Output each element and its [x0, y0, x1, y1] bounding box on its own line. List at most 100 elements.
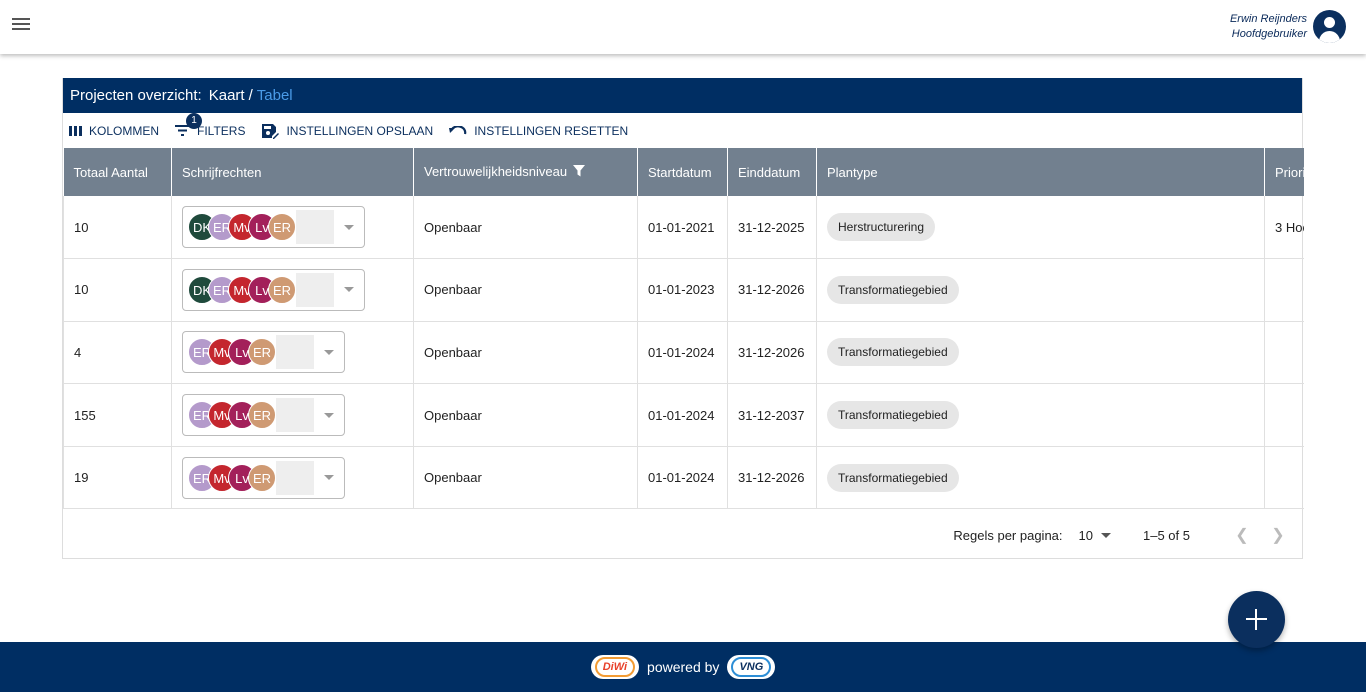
table-toolbar: KOLOMMEN 1 FILTERS INSTELLINGEN OPSLAAN …: [63, 112, 1302, 148]
cell-start-date: 01-01-2021: [637, 196, 728, 260]
breadcrumb: Projecten overzicht: Kaart / Tabel: [63, 78, 1302, 113]
table-row[interactable]: 19 ER Mv Lv ER Openbaar 01-01-2024 31-12-2026 Tr…: [63, 446, 1304, 510]
columns-icon: [69, 125, 82, 136]
cell-confidentiality: Openbaar: [413, 321, 638, 385]
powered-by-text: powered by: [647, 659, 720, 675]
pagination: Regels per pagina: 10 1–5 of 5 ❮ ❯: [63, 512, 1304, 558]
breadcrumb-separator: /: [248, 87, 253, 104]
table-header-row: Totaal Aantal Schrijfrechten Vertrouweli…: [63, 148, 1304, 196]
projects-panel: Projecten overzicht: Kaart / Tabel KOLOM…: [62, 78, 1304, 559]
cell-total: 10: [63, 258, 172, 322]
cell-plan-type: Transformatiegebied: [816, 446, 1265, 510]
add-project-button[interactable]: [1228, 591, 1285, 648]
cell-priority: [1264, 321, 1304, 385]
column-header-end-date[interactable]: Einddatum: [727, 148, 817, 196]
column-header-total[interactable]: Totaal Aantal: [63, 148, 172, 196]
cell-end-date: 31-12-2037: [727, 383, 817, 447]
select-input-area: [276, 335, 314, 370]
hamburger-menu-icon[interactable]: [12, 18, 32, 34]
cell-total: 4: [63, 321, 172, 385]
undo-icon: [449, 125, 467, 136]
cell-end-date: 31-12-2026: [727, 258, 817, 322]
plan-type-chip: Herstructurering: [827, 213, 936, 242]
column-header-plan-type[interactable]: Plantype: [816, 148, 1265, 196]
chevron-down-icon[interactable]: [324, 349, 334, 355]
cell-priority: 3 Hoog: [1264, 196, 1304, 260]
rows-per-page-label: Regels per pagina:: [953, 527, 1063, 543]
cell-write-rights: ER Mv Lv ER: [171, 383, 414, 447]
select-input-area: [276, 398, 314, 433]
filters-button[interactable]: 1 FILTERS: [175, 112, 245, 138]
cell-total: 10: [63, 196, 172, 260]
chevron-down-icon[interactable]: [344, 287, 354, 293]
table-row[interactable]: 4 ER Mv Lv ER Openbaar 01-01-2024 31-12-2026 Tra…: [63, 321, 1304, 385]
next-page-icon[interactable]: ❯: [1266, 525, 1290, 545]
save-settings-label: INSTELLINGEN OPSLAAN: [286, 123, 434, 138]
page-range: 1–5 of 5: [1143, 527, 1190, 543]
plan-type-chip: Transformatiegebied: [827, 275, 959, 304]
chevron-down-icon[interactable]: [324, 412, 334, 418]
cell-confidentiality: Openbaar: [413, 446, 638, 510]
select-input-area: [276, 460, 314, 495]
write-rights-select[interactable]: ER Mv Lv ER: [182, 456, 345, 499]
column-header-confidentiality[interactable]: Vertrouwelijkheidsniveau: [413, 148, 638, 196]
cell-end-date: 31-12-2025: [727, 196, 817, 260]
rows-per-page-value: 10: [1078, 527, 1093, 543]
write-rights-select[interactable]: DK ER Mv Lv ER: [182, 268, 365, 311]
filter-icon[interactable]: [573, 165, 586, 180]
write-rights-select[interactable]: DK ER Mv Lv ER: [182, 206, 365, 249]
filters-count-badge: 1: [186, 112, 203, 129]
cell-confidentiality: Openbaar: [413, 196, 638, 260]
cell-plan-type: Transformatiegebied: [816, 258, 1265, 322]
cell-confidentiality: Openbaar: [413, 383, 638, 447]
cell-write-rights: DK ER Mv Lv ER: [171, 196, 414, 260]
cell-priority: [1264, 258, 1304, 322]
columns-button[interactable]: KOLOMMEN: [69, 124, 159, 138]
user-avatar: ER: [268, 275, 296, 304]
cell-start-date: 01-01-2024: [637, 383, 728, 447]
plan-type-chip: Transformatiegebied: [827, 338, 959, 367]
plan-type-chip: Transformatiegebied: [827, 463, 959, 492]
user-role: Hoofdgebruiker: [1231, 27, 1307, 40]
cell-total: 155: [63, 383, 172, 447]
cell-total: 19: [63, 446, 172, 510]
cell-plan-type: Transformatiegebied: [816, 321, 1265, 385]
reset-settings-label: INSTELLINGEN RESETTEN: [474, 123, 629, 138]
cell-priority: [1264, 446, 1304, 510]
account-icon[interactable]: [1313, 10, 1346, 43]
previous-page-icon[interactable]: ❮: [1230, 525, 1254, 545]
reset-settings-button[interactable]: INSTELLINGEN RESETTEN: [449, 124, 628, 138]
cell-end-date: 31-12-2026: [727, 446, 817, 510]
cell-start-date: 01-01-2024: [637, 321, 728, 385]
user-avatar: ER: [268, 213, 296, 242]
user-menu[interactable]: Erwin Reijnders Hoofdgebruiker: [1230, 10, 1346, 43]
column-header-start-date[interactable]: Startdatum: [637, 148, 728, 196]
columns-label: KOLOMMEN: [89, 123, 160, 138]
footer: DiWi powered by VNG: [0, 642, 1366, 692]
chevron-down-icon[interactable]: [344, 224, 354, 230]
breadcrumb-prefix: Projecten overzicht:: [70, 87, 202, 104]
chevron-down-icon[interactable]: [324, 475, 334, 481]
top-bar: Erwin Reijnders Hoofdgebruiker: [0, 0, 1366, 54]
rows-per-page-select[interactable]: 10: [1079, 528, 1111, 543]
cell-write-rights: ER Mv Lv ER: [171, 446, 414, 510]
write-rights-select[interactable]: ER Mv Lv ER: [182, 331, 345, 374]
save-settings-button[interactable]: INSTELLINGEN OPSLAAN: [261, 123, 433, 139]
user-info: Erwin Reijnders Hoofdgebruiker: [1230, 12, 1307, 42]
save-edit-icon: [261, 123, 280, 139]
table-row[interactable]: 10 DK ER Mv Lv ER Openbaar 01-01-2021 31-12-2025…: [63, 196, 1304, 260]
table-row[interactable]: 10 DK ER Mv Lv ER Openbaar 01-01-2023 31-12-2026…: [63, 258, 1304, 322]
cell-priority: [1264, 383, 1304, 447]
cell-plan-type: Transformatiegebied: [816, 383, 1265, 447]
table-row[interactable]: 155 ER Mv Lv ER Openbaar 01-01-2024 31-12-2037 T…: [63, 383, 1304, 447]
cell-plan-type: Herstructurering: [816, 196, 1265, 260]
column-header-write-rights[interactable]: Schrijfrechten: [171, 148, 414, 196]
breadcrumb-table-link[interactable]: Tabel: [257, 87, 293, 104]
write-rights-select[interactable]: ER Mv Lv ER: [182, 394, 345, 437]
projects-table: Totaal Aantal Schrijfrechten Vertrouweli…: [63, 148, 1304, 511]
breadcrumb-map-link[interactable]: Kaart: [209, 87, 245, 104]
column-header-priority[interactable]: Prioriteit: [1264, 148, 1304, 196]
user-name: Erwin Reijnders: [1229, 12, 1307, 25]
user-avatar: ER: [248, 338, 276, 367]
user-avatar: ER: [248, 463, 276, 492]
